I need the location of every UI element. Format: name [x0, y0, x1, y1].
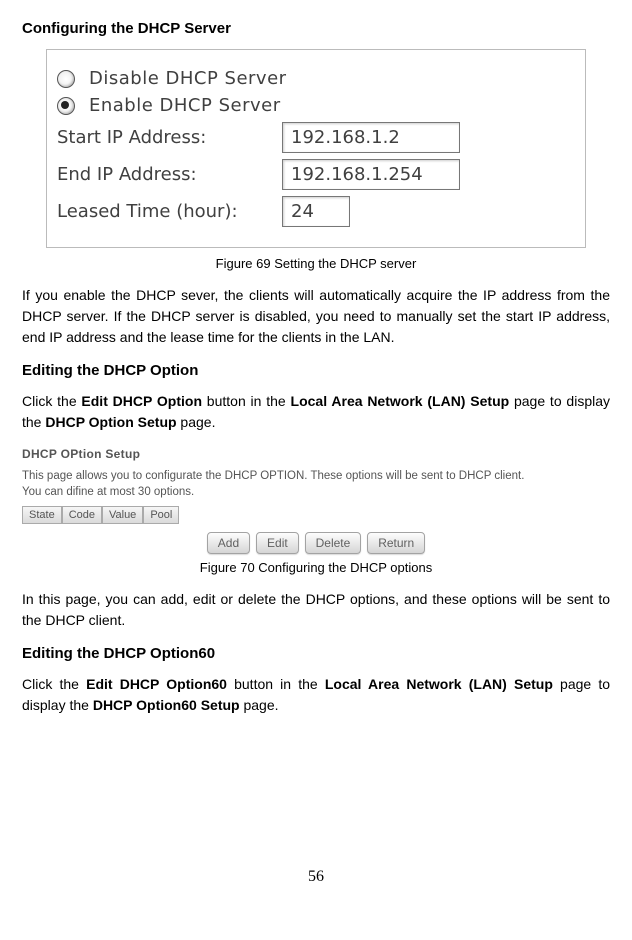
heading-editing-dhcp-option60: Editing the DHCP Option60 — [22, 645, 610, 662]
paragraph-edit-dhcp-option-instruction: Click the Edit DHCP Option button in the… — [22, 391, 610, 433]
heading-editing-dhcp-option: Editing the DHCP Option — [22, 362, 610, 379]
input-end-ip[interactable]: 192.168.1.254 — [282, 159, 460, 190]
label-end-ip: End IP Address: — [57, 164, 282, 185]
label-enable-dhcp: Enable DHCP Server — [89, 95, 281, 116]
label-start-ip: Start IP Address: — [57, 127, 282, 148]
th-pool: Pool — [143, 506, 179, 524]
table-header-row: State Code Value Pool — [22, 506, 610, 524]
text-lan-setup: Local Area Network (LAN) Setup — [291, 393, 510, 409]
label-leased-time: Leased Time (hour): — [57, 201, 282, 222]
desc-line-2: You can difine at most 30 options. — [22, 486, 194, 498]
input-leased-time[interactable]: 24 — [282, 196, 350, 227]
figure-dhcp-server-settings: Disable DHCP Server Enable DHCP Server S… — [46, 49, 586, 248]
paragraph-edit-dhcp-option60-instruction: Click the Edit DHCP Option60 button in t… — [22, 674, 610, 716]
text-fragment: button in the — [227, 676, 325, 692]
text-fragment: page. — [177, 414, 216, 430]
title-dhcp-option-setup: DHCP OPtion Setup — [22, 447, 610, 461]
label-disable-dhcp: Disable DHCP Server — [89, 68, 287, 89]
text-edit-dhcp-option: Edit DHCP Option — [81, 393, 202, 409]
caption-figure-70: Figure 70 Configuring the DHCP options — [22, 560, 610, 575]
th-value: Value — [102, 506, 143, 524]
radio-disable-dhcp[interactable] — [57, 70, 75, 88]
delete-button[interactable]: Delete — [305, 532, 362, 554]
paragraph-dhcp-explanation: If you enable the DHCP sever, the client… — [22, 285, 610, 348]
radio-enable-dhcp[interactable] — [57, 97, 75, 115]
page-number: 56 — [22, 868, 610, 886]
text-fragment: Click the — [22, 393, 81, 409]
th-state: State — [22, 506, 62, 524]
th-code: Code — [62, 506, 102, 524]
figure-dhcp-option-setup: DHCP OPtion Setup This page allows you t… — [22, 447, 610, 554]
heading-configuring-dhcp-server: Configuring the DHCP Server — [22, 20, 610, 37]
desc-line-1: This page allows you to configurate the … — [22, 470, 524, 482]
return-button[interactable]: Return — [367, 532, 425, 554]
text-dhcp-option60-setup: DHCP Option60 Setup — [93, 697, 240, 713]
text-dhcp-option-setup: DHCP Option Setup — [45, 414, 176, 430]
text-fragment: Click the — [22, 676, 86, 692]
input-start-ip[interactable]: 192.168.1.2 — [282, 122, 460, 153]
text-edit-dhcp-option60: Edit DHCP Option60 — [86, 676, 227, 692]
add-button[interactable]: Add — [207, 532, 250, 554]
text-fragment: page. — [240, 697, 279, 713]
caption-figure-69: Figure 69 Setting the DHCP server — [22, 256, 610, 271]
edit-button[interactable]: Edit — [256, 532, 299, 554]
text-lan-setup: Local Area Network (LAN) Setup — [325, 676, 553, 692]
paragraph-dhcp-options-explanation: In this page, you can add, edit or delet… — [22, 589, 610, 631]
text-fragment: button in the — [202, 393, 291, 409]
